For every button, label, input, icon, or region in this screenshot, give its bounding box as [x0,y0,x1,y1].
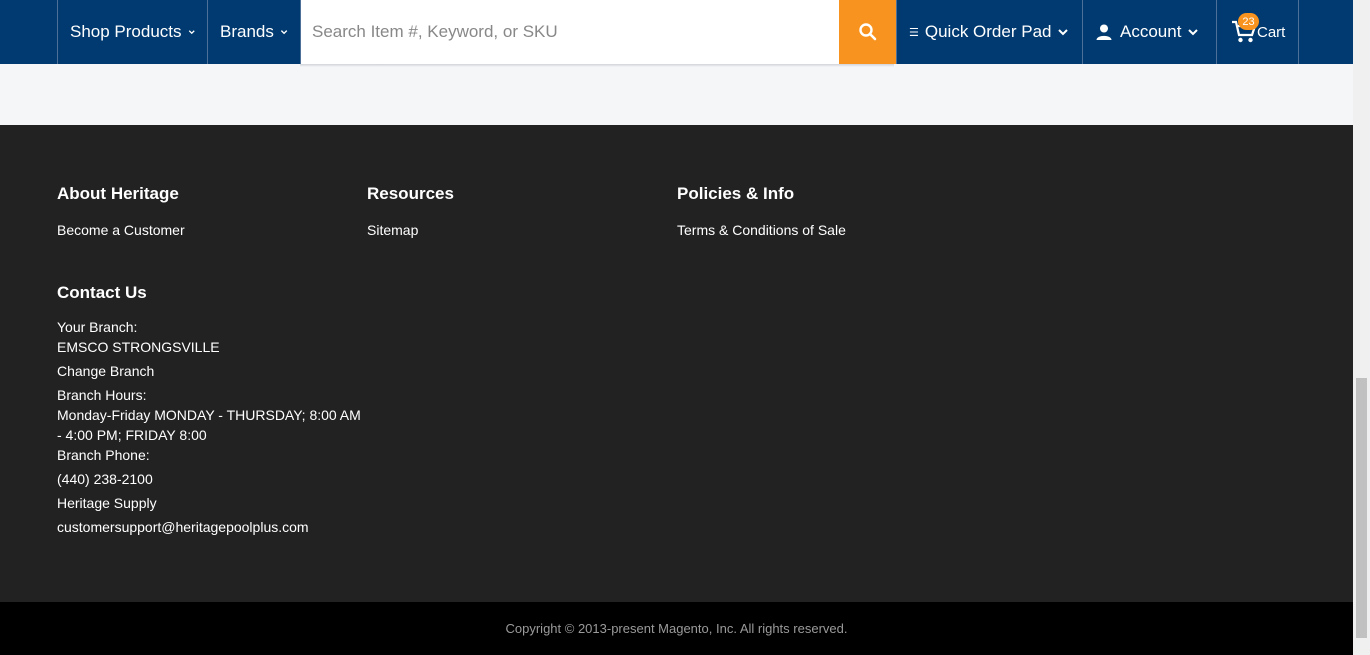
hours-value: Monday-Friday MONDAY - THURSDAY; 8:00 AM… [57,407,361,443]
shop-products-menu[interactable]: Shop Products [57,0,207,64]
change-branch-link[interactable]: Change Branch [57,361,367,381]
branch-label: Your Branch: [57,319,138,335]
chevron-down-icon [280,30,288,35]
sitemap-link[interactable]: Sitemap [367,222,454,238]
account-label: Account [1120,22,1182,41]
phone-link[interactable]: (440) 238-2100 [57,469,367,489]
search-input[interactable] [301,0,839,64]
user-icon [1096,24,1112,40]
list-icon: ☰ [909,26,919,39]
top-header: Shop Products Brands ☰ Quick Order Pad A… [0,0,1353,64]
quick-order-pad-menu[interactable]: ☰ Quick Order Pad [896,0,1082,64]
company-name: Heritage Supply [57,495,157,511]
chevron-down-icon [1188,29,1199,36]
contact-heading: Contact Us [57,283,147,302]
become-customer-link[interactable]: Become a Customer [57,222,185,238]
brands-menu[interactable]: Brands [207,0,301,64]
branch-name: EMSCO STRONGSVILLE [57,339,220,355]
hours-label: Branch Hours: [57,387,147,403]
about-heading: About Heritage [57,184,179,203]
cart-label: Cart [1257,23,1286,41]
search-icon [858,23,876,41]
scrollbar-thumb[interactable] [1356,378,1367,638]
footer: About Heritage Become a Customer Resourc… [0,125,1353,602]
cart-button[interactable]: 23 Cart [1216,0,1299,64]
policies-heading: Policies & Info [677,184,795,203]
quick-order-pad-label: Quick Order Pad [924,22,1052,41]
terms-link[interactable]: Terms & Conditions of Sale [677,222,846,238]
email-link[interactable]: customersupport@heritagepoolplus.com [57,517,367,537]
contact-column: Contact Us Your Branch: EMSCO STRONGSVIL… [57,283,367,537]
shop-products-label: Shop Products [70,22,182,41]
policies-column: Policies & Info Terms & Conditions of Sa… [677,184,846,238]
chevron-down-icon [188,30,195,35]
brands-label: Brands [220,22,274,41]
resources-heading: Resources [367,184,454,203]
search-shadow [300,64,894,67]
search-box [301,0,839,64]
resources-column: Resources Sitemap [367,184,454,238]
phone-label: Branch Phone: [57,447,150,463]
page-scrollbar[interactable] [1353,0,1370,655]
chevron-down-icon [1058,29,1069,36]
account-menu[interactable]: Account [1082,0,1216,64]
cart-count-badge: 23 [1238,13,1259,30]
copyright-text: Copyright © 2013-present Magento, Inc. A… [505,621,848,636]
about-column: About Heritage Become a Customer [57,184,185,238]
copyright-bar: Copyright © 2013-present Magento, Inc. A… [0,602,1353,655]
main-nav: Shop Products Brands ☰ Quick Order Pad A… [57,0,1299,64]
search-button[interactable] [839,0,896,64]
